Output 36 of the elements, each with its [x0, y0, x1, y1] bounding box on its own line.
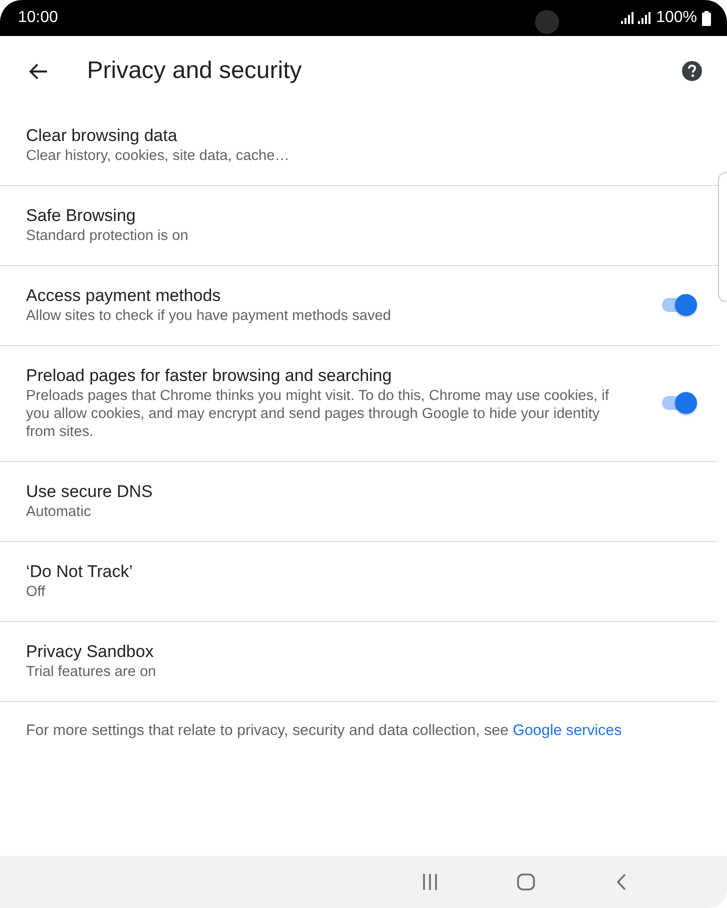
setting-title: Preload pages for faster browsing and searching: [26, 365, 393, 387]
recent-apps-icon[interactable]: [420, 873, 438, 891]
setting-summary: Preloads pages that Chrome thinks you might visit. To do this, Chrome may use cookies, if you allow cookies, and may encrypt and send pages through Google to hide your identity from sites.: [26, 387, 610, 441]
toggle-switch[interactable]: [661, 293, 697, 317]
camera-hole-icon: [535, 10, 559, 34]
back-arrow-icon[interactable]: [29, 62, 48, 80]
settings-item[interactable]: Safe Browsing Standard protection is on: [0, 186, 718, 266]
toggle-switch[interactable]: [661, 391, 697, 415]
setting-summary: Clear history, cookies, site data, cache…: [26, 147, 290, 165]
setting-summary: Allow sites to check if you have payment methods saved: [26, 307, 392, 325]
edge-panel-handle[interactable]: [718, 172, 727, 302]
setting-title: ‘Do Not Track’: [26, 561, 134, 583]
settings-item[interactable]: ‘Do Not Track’ Off: [0, 542, 718, 622]
signal-icon: [621, 12, 634, 24]
battery-percent: 100%: [656, 9, 697, 27]
setting-title: Privacy Sandbox: [26, 641, 155, 663]
setting-title: Clear browsing data: [26, 125, 178, 147]
setting-title: Safe Browsing: [26, 205, 137, 227]
home-icon[interactable]: [516, 873, 534, 891]
settings-item[interactable]: Access payment methods Allow sites to check if you have payment methods saved: [0, 266, 718, 346]
setting-summary: Automatic: [26, 503, 92, 521]
setting-summary: Trial features are on: [26, 663, 158, 681]
setting-title: Access payment methods: [26, 285, 222, 307]
page-title: Privacy and security: [87, 57, 302, 85]
setting-title: Use secure DNS: [26, 481, 154, 503]
battery-icon: [702, 10, 711, 26]
signal-icon: [638, 12, 652, 24]
settings-item[interactable]: Privacy Sandbox Trial features are on: [0, 622, 718, 702]
settings-item[interactable]: Clear browsing data Clear history, cookies, site data, cache…: [0, 106, 718, 186]
setting-summary: Standard protection is on: [26, 227, 190, 245]
footer-note: For more settings that relate to privacy, security and data collection, see Google services: [25, 721, 623, 741]
google-services-link[interactable]: Google services: [512, 722, 622, 739]
help-icon[interactable]: [682, 61, 702, 81]
settings-item[interactable]: Use secure DNS Automatic: [0, 462, 718, 542]
status-time: 10:00: [18, 9, 58, 27]
setting-summary: Off: [26, 583, 46, 601]
